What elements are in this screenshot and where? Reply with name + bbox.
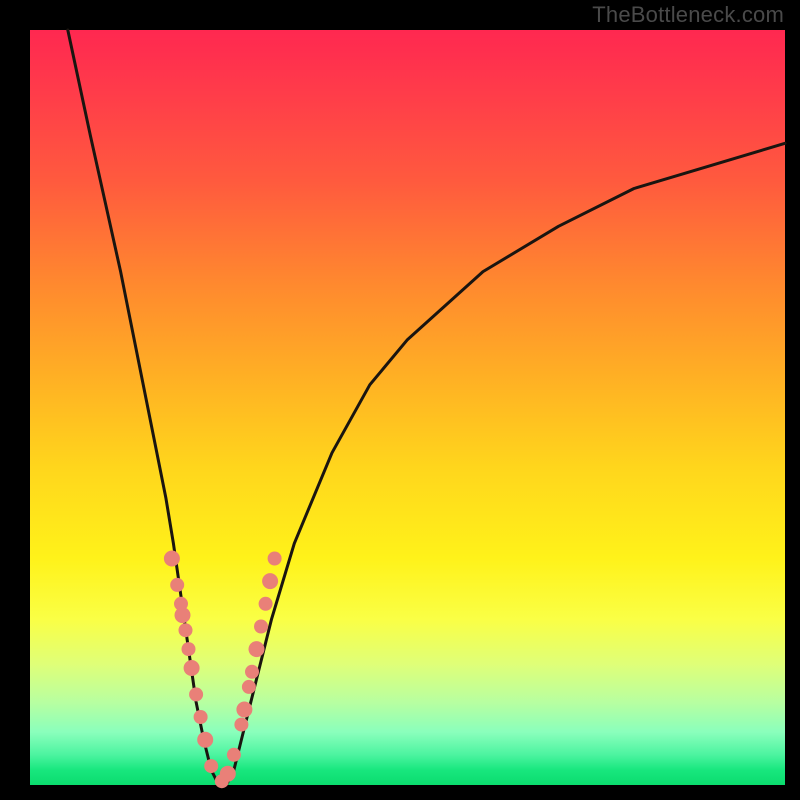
bottleneck-curve [68, 30, 785, 785]
sample-dot [164, 551, 180, 567]
chart-frame: TheBottleneck.com [0, 0, 800, 800]
sample-dots-group [164, 551, 282, 789]
sample-dot [259, 597, 273, 611]
sample-dot [236, 702, 252, 718]
watermark-label: TheBottleneck.com [592, 2, 784, 28]
sample-dot [189, 687, 203, 701]
sample-dot [179, 623, 193, 637]
sample-dot [234, 718, 248, 732]
sample-dot [184, 660, 200, 676]
sample-dot [204, 759, 218, 773]
plot-area [30, 30, 785, 785]
sample-dot [249, 641, 265, 657]
curve-svg [30, 30, 785, 785]
sample-dot [182, 642, 196, 656]
sample-dot [245, 665, 259, 679]
sample-dot [242, 680, 256, 694]
sample-dot [227, 748, 241, 762]
sample-dot [170, 578, 184, 592]
sample-dot [194, 710, 208, 724]
sample-dot [220, 766, 236, 782]
sample-dot [268, 552, 282, 566]
sample-dot [197, 732, 213, 748]
sample-dot [254, 620, 268, 634]
sample-dot [262, 573, 278, 589]
sample-dot [175, 607, 191, 623]
